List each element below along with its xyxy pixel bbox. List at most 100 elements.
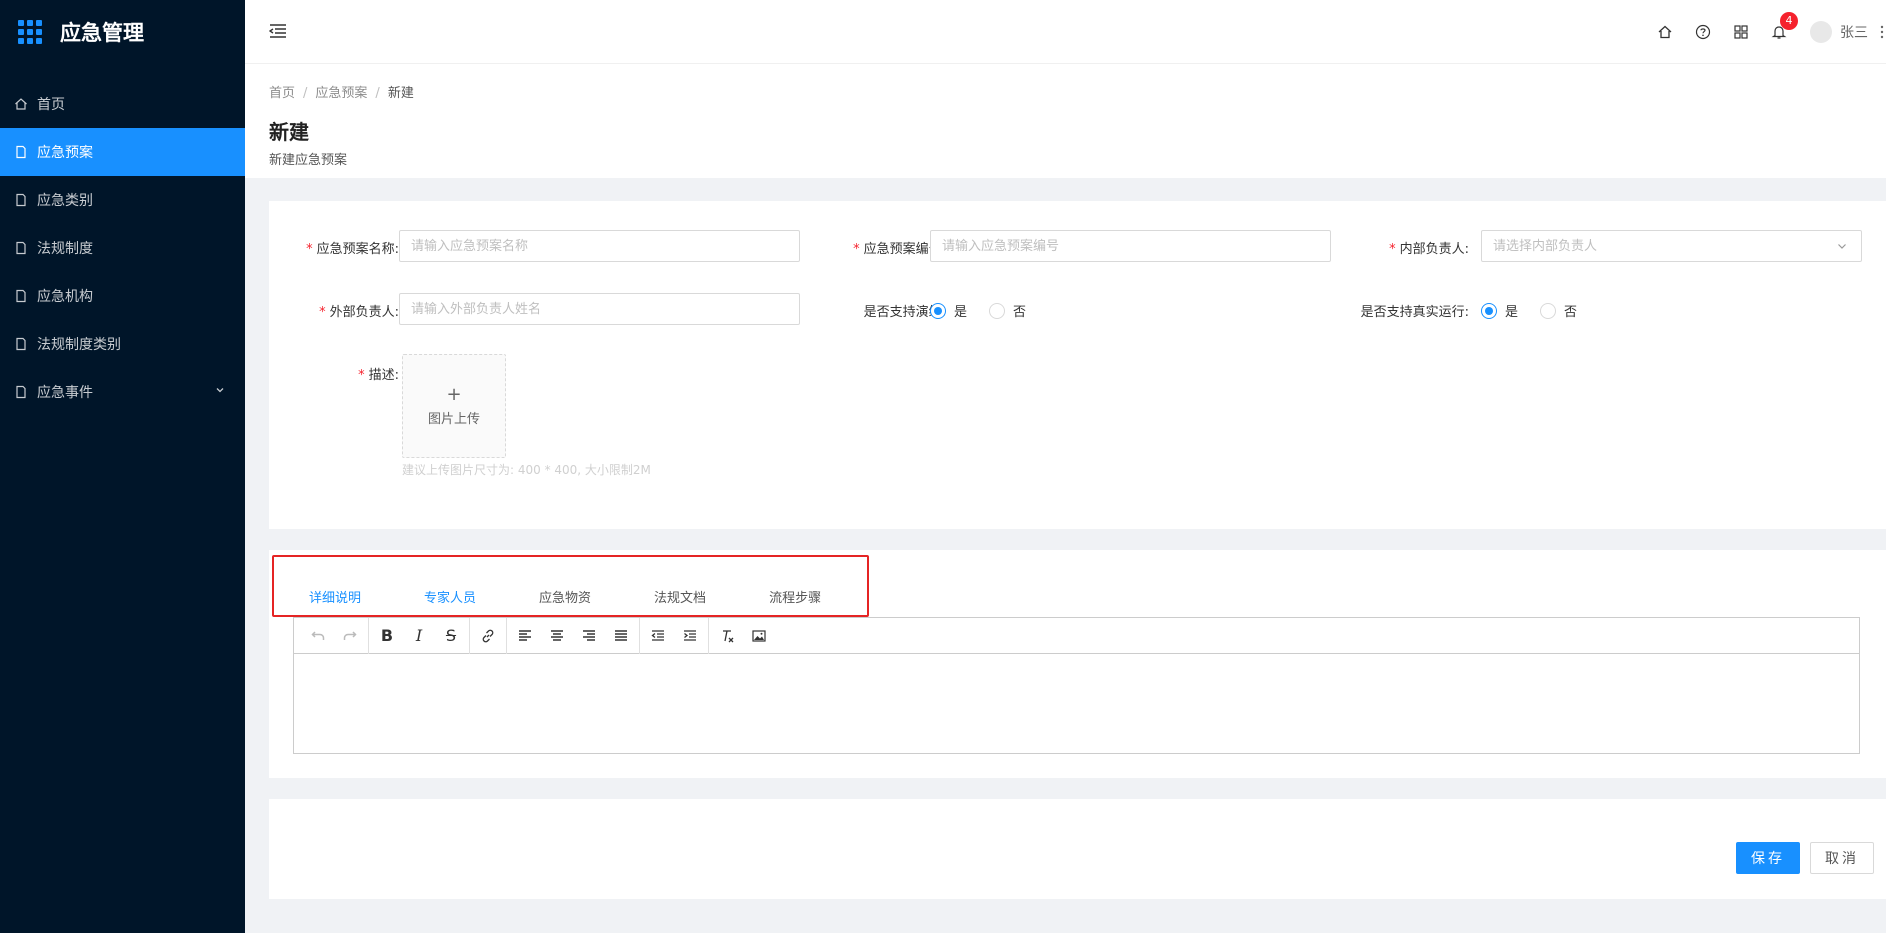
page-subtitle: 新建应急预案 (269, 153, 348, 168)
internal-owner-select[interactable] (1481, 230, 1862, 262)
file-icon (16, 337, 26, 351)
sidebar-item-emergency-plan[interactable]: 应急预案 (0, 128, 245, 176)
image-upload-button[interactable]: + 图片上传 (402, 354, 506, 458)
indent-button[interactable] (674, 622, 706, 650)
link-icon (482, 629, 494, 642)
tab-materials[interactable]: 应急物资 (539, 587, 591, 612)
image-icon (752, 629, 766, 642)
redo-button[interactable] (334, 622, 366, 650)
tab-bar: 详细说明 专家人员 应急物资 法规文档 流程步骤 (309, 587, 884, 612)
upload-hint: 建议上传图片尺寸为: 400 * 400, 大小限制2M (402, 463, 651, 477)
editor-content-area[interactable] (294, 654, 1859, 753)
cancel-button[interactable]: 取消 (1810, 842, 1874, 874)
form-actions-card: 保存 取消 (269, 799, 1886, 899)
link-button[interactable] (472, 622, 504, 650)
file-icon (16, 289, 26, 303)
plan-code-label: * 应急预案编号: (853, 242, 946, 257)
radio-checked[interactable] (1481, 302, 1497, 319)
apps-icon (1734, 25, 1748, 39)
avatar (1810, 21, 1832, 43)
align-justify-icon (615, 629, 627, 641)
tab-experts[interactable]: 专家人员 (424, 587, 476, 612)
tab-regulation-docs[interactable]: 法规文档 (654, 587, 706, 612)
plan-code-input[interactable] (930, 230, 1331, 262)
home-icon (1658, 25, 1672, 39)
radio-checked[interactable] (930, 302, 946, 319)
plus-icon: + (446, 383, 462, 405)
strikethrough-button[interactable]: S (435, 622, 467, 650)
bold-button[interactable]: B (371, 622, 403, 650)
support-drill-no[interactable]: 否 (989, 301, 1026, 320)
sidebar-item-label: 应急事件 (37, 385, 93, 401)
file-icon (16, 193, 26, 207)
editor-toolbar: B I S (294, 617, 1859, 654)
help-button[interactable] (1684, 0, 1722, 64)
file-icon (16, 385, 26, 399)
save-button[interactable]: 保存 (1736, 842, 1800, 874)
support-drill-radio-group: 是 否 (930, 301, 1048, 320)
apps-grid-icon (18, 20, 42, 44)
clear-format-icon (723, 629, 734, 642)
sidebar-item-label: 法规制度 (37, 241, 93, 257)
user-menu[interactable]: 张三 (1810, 21, 1886, 43)
align-left-icon (519, 629, 531, 641)
rich-text-editor: B I S (293, 617, 1860, 754)
align-right-icon (583, 629, 595, 641)
chevron-down-icon (1838, 244, 1846, 249)
radio-unchecked[interactable] (1540, 302, 1557, 319)
home-button[interactable] (1646, 0, 1684, 64)
file-icon (16, 145, 26, 159)
clear-format-button[interactable] (711, 622, 743, 650)
apps-button[interactable] (1722, 0, 1760, 64)
sidebar-item-label: 法规制度类别 (37, 337, 121, 353)
tab-details[interactable]: 详细说明 (309, 587, 361, 612)
align-center-button[interactable] (541, 622, 573, 650)
support-real-yes[interactable]: 是 (1481, 301, 1518, 320)
bold-icon: B (380, 626, 394, 645)
chevron-down-icon (216, 388, 224, 393)
undo-button[interactable] (302, 622, 334, 650)
sidebar-item-label: 应急机构 (37, 289, 93, 305)
sidebar-item-label: 应急类别 (37, 193, 93, 209)
strikethrough-icon: S (445, 626, 457, 645)
basic-info-form: *应急预案名称: *应急预案编号: *内部负责人: *外部负责人: 是否支持演练… (269, 201, 1886, 529)
insert-image-button[interactable] (743, 622, 775, 650)
notification-badge: 4 (1780, 12, 1798, 30)
more-vertical-icon[interactable] (1878, 25, 1886, 39)
support-real-label: 是否支持真实运行: (1360, 305, 1469, 320)
breadcrumb: 首页 / 应急预案 / 新建 (269, 86, 414, 101)
outdent-button[interactable] (642, 622, 674, 650)
radio-unchecked[interactable] (989, 302, 1006, 319)
support-drill-yes[interactable]: 是 (930, 301, 967, 320)
app-logo[interactable]: 应急管理 (0, 0, 245, 64)
notification-button[interactable]: 4 (1760, 0, 1798, 64)
sidebar: 应急管理 首页 应急预案 应急类别 法规制度 应急机构 法规制度类别 应急事件 (0, 0, 245, 933)
username: 张三 (1840, 25, 1868, 41)
indent-icon (684, 629, 696, 641)
italic-button[interactable]: I (403, 622, 435, 650)
sidebar-item-regulations[interactable]: 法规制度 (0, 224, 245, 272)
breadcrumb-home[interactable]: 首页 (269, 86, 295, 101)
align-right-button[interactable] (573, 622, 605, 650)
tab-process-steps[interactable]: 流程步骤 (769, 587, 821, 612)
breadcrumb-emergency-plan[interactable]: 应急预案 (315, 86, 367, 101)
sidebar-item-emergency-event[interactable]: 应急事件 (0, 368, 245, 416)
support-real-no[interactable]: 否 (1540, 301, 1577, 320)
align-justify-button[interactable] (605, 622, 637, 650)
external-owner-input[interactable] (399, 293, 800, 325)
plan-name-input[interactable] (399, 230, 800, 262)
file-icon (16, 241, 26, 255)
align-center-icon (551, 629, 563, 641)
align-left-button[interactable] (509, 622, 541, 650)
sidebar-item-emergency-category[interactable]: 应急类别 (0, 176, 245, 224)
italic-icon: I (415, 626, 423, 645)
top-header: 4 张三 (245, 0, 1886, 64)
sidebar-item-home[interactable]: 首页 (0, 80, 245, 128)
page-header: 首页 / 应急预案 / 新建 新建 新建应急预案 (245, 64, 1886, 178)
breadcrumb-current: 新建 (387, 86, 414, 101)
menu-fold-icon[interactable] (269, 22, 287, 40)
sidebar-item-emergency-org[interactable]: 应急机构 (0, 272, 245, 320)
sidebar-item-regulation-category[interactable]: 法规制度类别 (0, 320, 245, 368)
internal-owner-label: * 内部负责人: (1389, 242, 1469, 257)
undo-icon (311, 630, 325, 640)
